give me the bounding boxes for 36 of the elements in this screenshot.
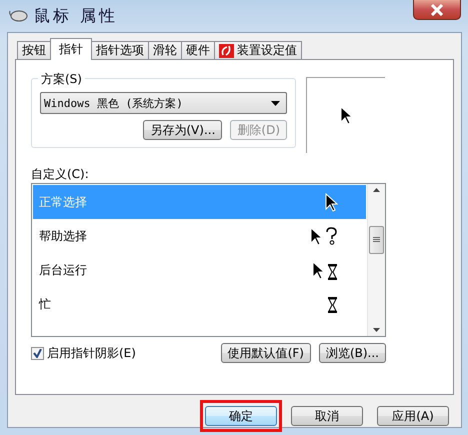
checkbox[interactable] [31,346,44,360]
close-button[interactable] [413,0,461,20]
tab[interactable]: 指针选项 [91,41,149,59]
scheme-dropdown[interactable]: Windows 黑色 (系统方案) [40,92,287,114]
mouse-icon [8,9,28,23]
list-button[interactable]: 浏览(B)... [318,343,386,363]
list-item[interactable]: 忙 [33,287,366,321]
list-label: 自定义(C): [31,166,90,182]
window-title: 鼠标 属性 [34,6,118,26]
tab[interactable]: 装置设定值 [214,41,302,59]
list-item[interactable]: 帮助选择 [33,219,366,253]
dialog-button[interactable]: 应用(A) [377,406,449,426]
checkbox-label: 启用指针阴影(E) [47,344,136,362]
scroll-thumb[interactable] [369,226,384,254]
cursor-icon [325,192,338,212]
list-button[interactable]: 使用默认值(F) [220,343,311,363]
tab[interactable]: 硬件 [181,41,215,59]
list-item[interactable]: 后台运行 [33,253,366,287]
cursor-icon [340,106,352,125]
dialog-button[interactable]: 取消 [291,406,363,426]
close-icon [430,4,444,16]
scroll-up-icon [373,188,380,192]
scroll-down-icon [373,328,380,332]
check-icon [33,348,42,358]
dropdown-arrow-icon [271,100,280,106]
grip-icon [373,237,380,243]
group-label: 方案(S) [38,71,85,88]
tab[interactable]: 指针 [50,38,92,60]
cursor-icon [328,294,338,314]
cursor-icon [312,260,338,280]
scheme-button[interactable]: 另存为(V)... [143,120,222,140]
tab[interactable]: 按钮 [17,41,51,59]
cursor-icon [310,226,338,246]
tab[interactable]: 滑轮 [148,41,182,59]
dialog-button[interactable]: 确定 [205,406,277,426]
scrollbar[interactable] [367,184,385,336]
